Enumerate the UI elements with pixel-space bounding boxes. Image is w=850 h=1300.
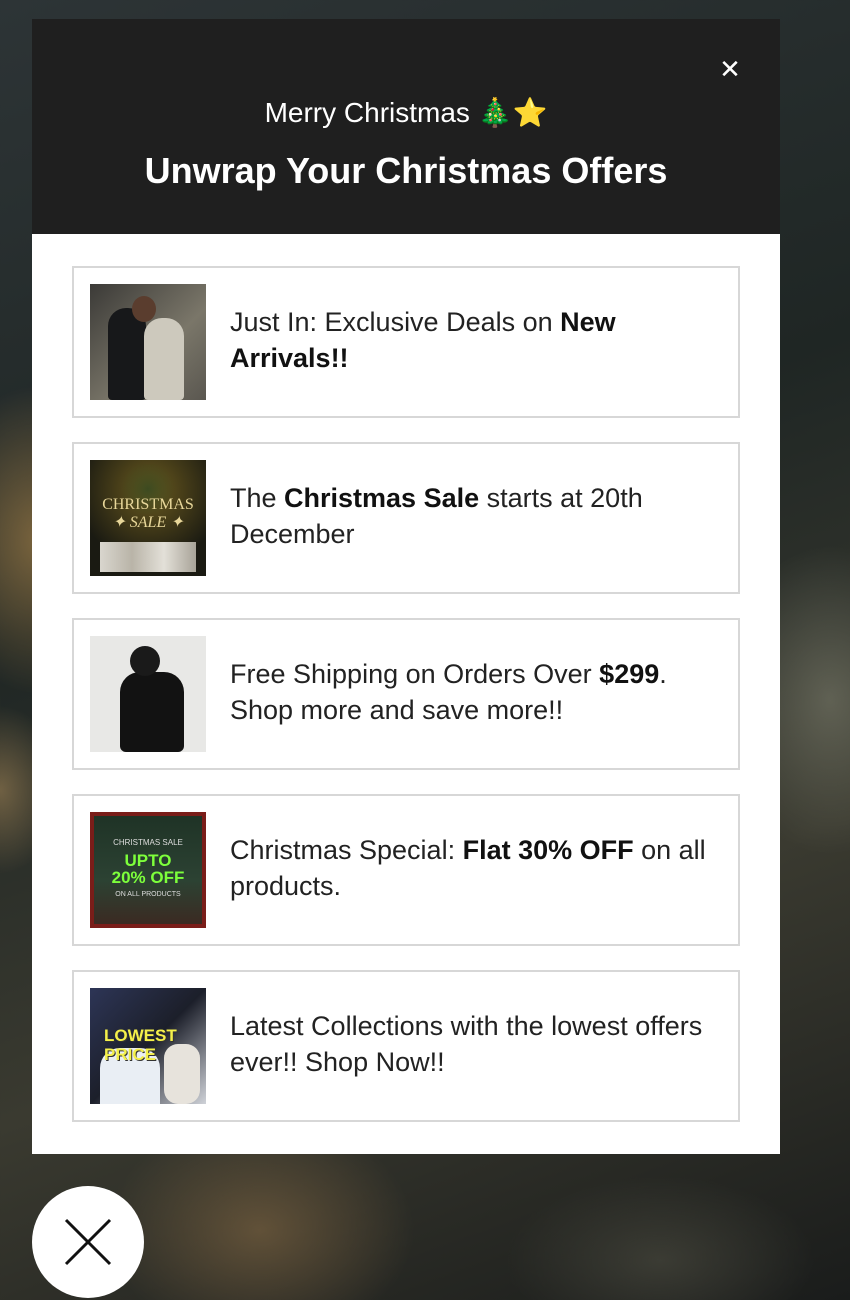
offer-card-latest-collections[interactable]: LOWEST PRICE Latest Collections with the … (72, 970, 740, 1122)
offer-card-christmas-special[interactable]: CHRISTMAS SALE UPTO 20% OFF ON ALL PRODUC… (72, 794, 740, 946)
offer-thumbnail (90, 284, 206, 400)
offer-card-free-shipping[interactable]: Free Shipping on Orders Over $299. Shop … (72, 618, 740, 770)
offer-card-new-arrivals[interactable]: Just In: Exclusive Deals on New Arrivals… (72, 266, 740, 418)
close-button[interactable] (32, 1186, 144, 1298)
close-icon (64, 1218, 112, 1266)
offers-modal: ✕ Merry Christmas 🎄⭐ Unwrap Your Christm… (32, 19, 780, 1154)
offer-text: Just In: Exclusive Deals on New Arrivals… (230, 307, 616, 373)
offers-list: Just In: Exclusive Deals on New Arrivals… (72, 266, 740, 1146)
offer-thumbnail: CHRISTMAS SALE UPTO 20% OFF ON ALL PRODUC… (90, 812, 206, 928)
offer-text: Latest Collections with the lowest offer… (230, 1011, 703, 1077)
offer-card-christmas-sale[interactable]: CHRISTMAS ✦ SALE ✦ The Christmas Sale sta… (72, 442, 740, 594)
offer-text: Free Shipping on Orders Over $299. Shop … (230, 659, 667, 725)
offer-text: The Christmas Sale starts at 20th Decemb… (230, 483, 643, 549)
modal-header: ✕ Merry Christmas 🎄⭐ Unwrap Your Christm… (32, 19, 780, 234)
offer-thumbnail (90, 636, 206, 752)
modal-subtitle: Merry Christmas 🎄⭐ (264, 97, 548, 128)
offer-text: Christmas Special: Flat 30% OFF on all p… (230, 835, 706, 901)
offer-thumbnail: LOWEST PRICE (90, 988, 206, 1104)
offer-thumbnail: CHRISTMAS ✦ SALE ✦ (90, 460, 206, 576)
modal-title: Unwrap Your Christmas Offers (144, 150, 668, 191)
close-icon[interactable]: ✕ (712, 54, 748, 84)
